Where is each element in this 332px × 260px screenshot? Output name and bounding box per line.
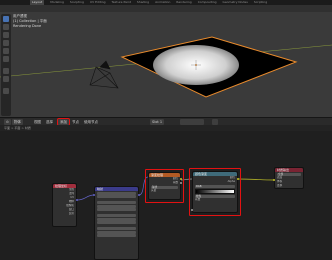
highlight-color-ramp-node (189, 168, 241, 216)
scale-tool-icon[interactable] (3, 48, 9, 54)
node-editor[interactable]: 纹理坐标 生成 法向 UV 物体 摄像机 窗口 反射 映射 渐变纹理 颜色 系数… (0, 131, 332, 260)
node-editor-header: ⊙ 物体 视图 选择 添加 节点 使用节点 Slot 1 (0, 117, 332, 126)
input-displacement: 置换 (277, 184, 283, 187)
tool-shelf (1, 14, 11, 116)
location-x-field[interactable] (97, 201, 136, 204)
camera-object (89, 60, 119, 89)
mapping-vector-field[interactable] (97, 195, 136, 198)
viewport-info: 用户透视 (1) Collection | 平面 Rendering Done (13, 14, 47, 29)
node-title: 映射 (95, 187, 138, 191)
scale-x-field[interactable] (97, 227, 136, 230)
add-cube-tool-icon[interactable] (3, 88, 9, 94)
link-texcoord-mapping (76, 194, 95, 201)
rotation-z-field[interactable] (97, 221, 136, 224)
link-ramp-output (237, 178, 275, 181)
rotation-x-field[interactable] (97, 214, 136, 217)
annotate-tool-icon[interactable] (3, 68, 9, 74)
render-status: Rendering Done (13, 24, 42, 28)
highlight-gradient-node (145, 169, 184, 203)
location-z-field[interactable] (97, 208, 136, 211)
output-reflection: 反射 (68, 212, 74, 215)
rotate-tool-icon[interactable] (3, 40, 9, 46)
move-tool-icon[interactable] (3, 32, 9, 38)
viewport-scene (0, 36, 332, 98)
mapping-node[interactable]: 映射 (94, 186, 139, 260)
scale-z-field[interactable] (97, 234, 136, 237)
measure-tool-icon[interactable] (3, 76, 9, 82)
select-tool-icon[interactable] (3, 16, 9, 22)
node-title: 材质输出 (275, 168, 303, 172)
transform-tool-icon[interactable] (3, 56, 9, 62)
cursor-tool-icon[interactable] (3, 24, 9, 30)
material-output-node[interactable]: 材质输出 全部 表面 体积 置换 (274, 167, 304, 189)
texture-coordinate-node[interactable]: 纹理坐标 生成 法向 UV 物体 摄像机 窗口 反射 (52, 183, 77, 227)
3d-viewport[interactable]: 用户透视 (1) Collection | 平面 Rendering Done (0, 5, 332, 117)
